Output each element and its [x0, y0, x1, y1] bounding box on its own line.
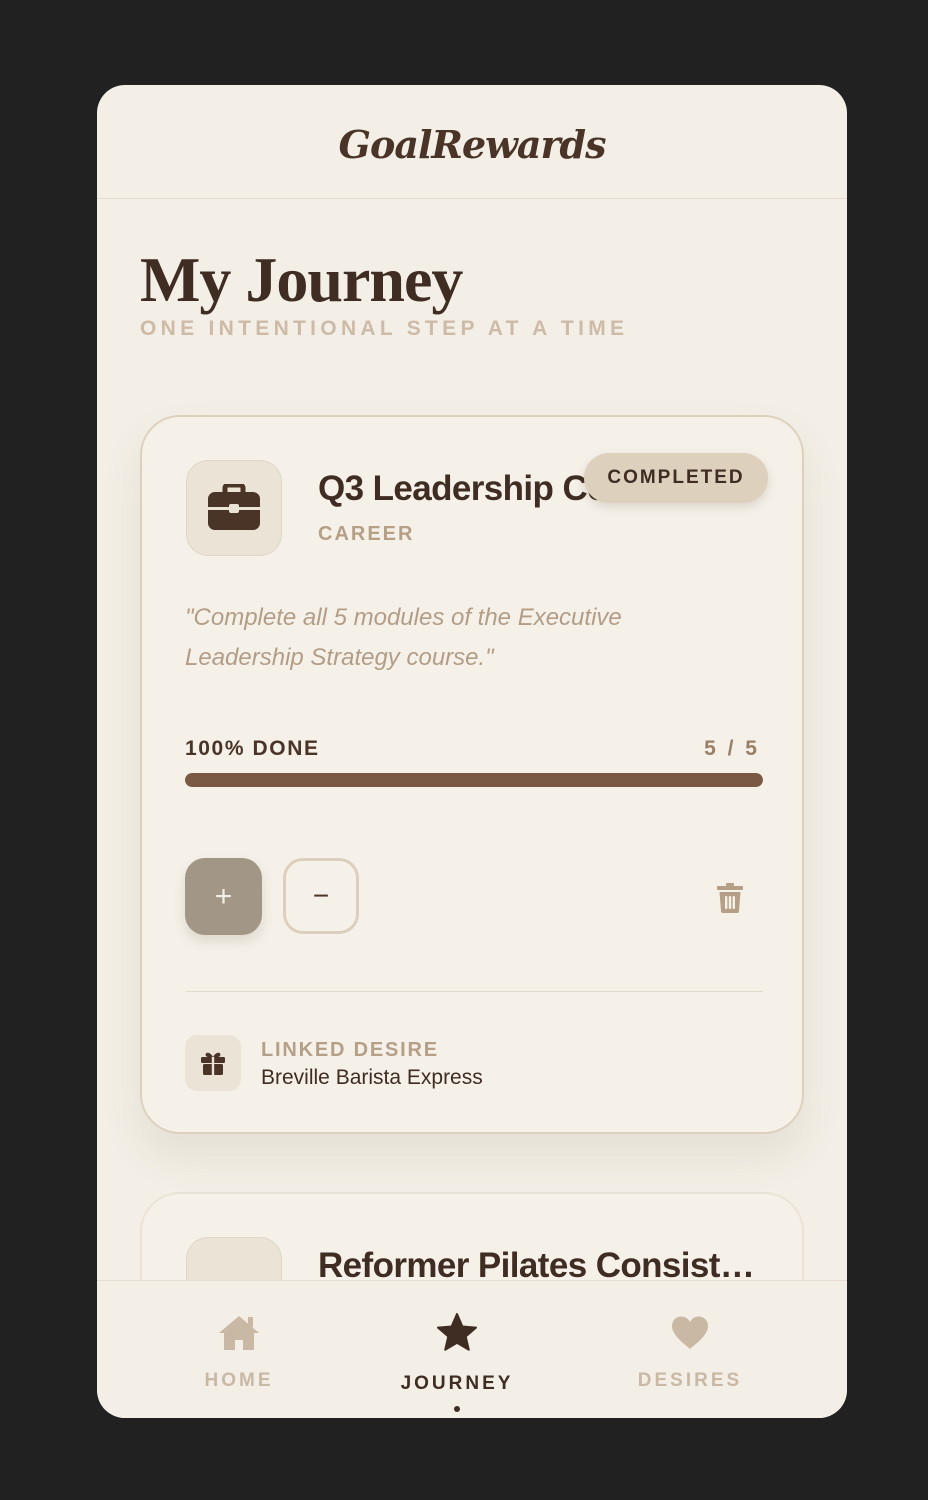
nav-label-journey: JOURNEY — [400, 1373, 514, 1394]
progress-bar — [185, 773, 763, 787]
delete-button[interactable] — [710, 878, 750, 918]
page-subtitle: ONE INTENTIONAL STEP AT A TIME — [140, 317, 629, 340]
progress-label: 100% DONE — [185, 737, 320, 760]
app-screen: GoalRewards My Journey ONE INTENTIONAL S… — [97, 85, 847, 1418]
card-divider — [185, 991, 763, 992]
app-logo: GoalRewards — [338, 122, 607, 167]
nav-label-desires: DESIRES — [637, 1370, 743, 1391]
decrement-button[interactable]: − — [283, 858, 359, 934]
linked-desire-label: LINKED DESIRE — [261, 1039, 439, 1061]
star-icon — [435, 1311, 479, 1355]
increment-button[interactable]: + — [185, 858, 262, 935]
nav-label-home: HOME — [204, 1370, 274, 1391]
home-icon — [217, 1311, 261, 1355]
goal-card: Q3 Leadership Course CAREER COMPLETED "C… — [140, 415, 804, 1134]
progress-fill — [185, 773, 763, 787]
bottom-nav: HOME JOURNEY DESIRES — [97, 1280, 847, 1418]
progress-count: 5 / 5 — [704, 737, 760, 760]
goal-category: CAREER — [318, 523, 415, 545]
gift-icon — [201, 1052, 225, 1075]
linked-desire-value: Breville Barista Express — [261, 1066, 483, 1089]
trash-icon — [717, 883, 743, 913]
nav-home[interactable]: HOME — [149, 1281, 329, 1418]
nav-journey[interactable]: JOURNEY — [367, 1281, 547, 1418]
status-badge: COMPLETED — [584, 453, 768, 503]
category-tile — [186, 460, 282, 556]
active-indicator — [454, 1406, 460, 1412]
heart-icon — [668, 1311, 712, 1355]
goal-description: "Complete all 5 modules of the Executive… — [185, 604, 622, 671]
nav-desires[interactable]: DESIRES — [600, 1281, 780, 1418]
app-header: GoalRewards — [97, 85, 847, 199]
briefcase-icon — [208, 484, 260, 530]
page-title: My Journey — [140, 244, 463, 315]
gift-tile — [185, 1035, 241, 1091]
